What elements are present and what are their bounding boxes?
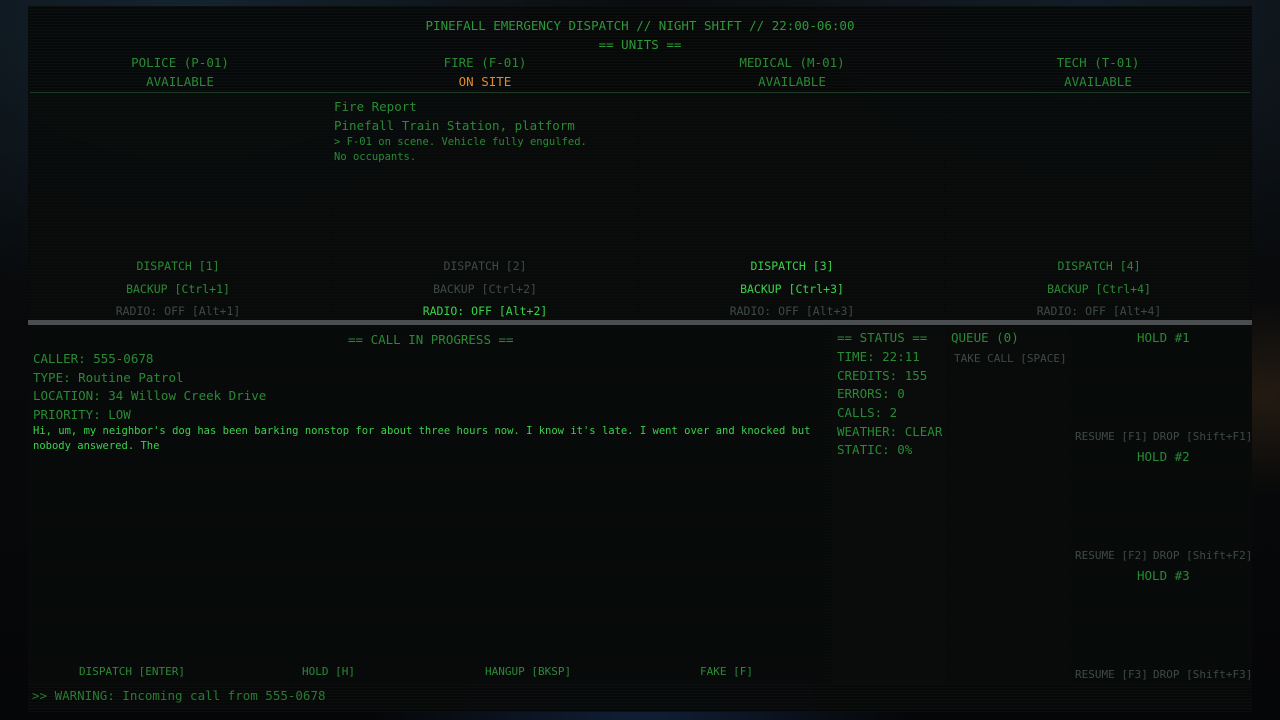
section-divider <box>28 320 1252 325</box>
hold-1-title: HOLD #1 <box>1137 330 1190 345</box>
backup-button-police[interactable]: BACKUP [Ctrl+1] <box>25 282 331 296</box>
call-hangup-button[interactable]: HANGUP [BKSP] <box>485 665 571 678</box>
status-static: STATIC: 0% <box>837 442 913 457</box>
hold-3-resume-button[interactable]: RESUME [F3] <box>1075 668 1148 681</box>
hold-1-resume-button[interactable]: RESUME [F1] <box>1075 430 1148 443</box>
fire-report-note: > F-01 on scene. Vehicle fully engulfed.… <box>334 136 587 163</box>
queue-heading: QUEUE (0) <box>951 330 1019 345</box>
hold-2-drop-button[interactable]: DROP [Shift+F2] <box>1153 549 1252 562</box>
queue-panel <box>948 326 1068 684</box>
unit-name-fire: FIRE (F-01) <box>443 55 527 70</box>
units-title: == UNITS == <box>598 37 682 52</box>
unit-name-medical: MEDICAL (M-01) <box>739 55 845 70</box>
unit-name-police: POLICE (P-01) <box>131 55 229 70</box>
call-priority: PRIORITY: LOW <box>33 407 131 422</box>
status-credits: CREDITS: 155 <box>837 368 928 383</box>
hold-3-title: HOLD #3 <box>1137 568 1190 583</box>
call-type: TYPE: Routine Patrol <box>33 370 184 385</box>
backup-button-medical[interactable]: BACKUP [Ctrl+3] <box>639 282 945 296</box>
fire-report-location: Pinefall Train Station, platform <box>334 118 575 133</box>
radio-button-fire[interactable]: RADIO: OFF [Alt+2] <box>332 304 638 318</box>
call-heading: == CALL IN PROGRESS == <box>348 332 514 347</box>
hold-3-drop-button[interactable]: DROP [Shift+F3] <box>1153 668 1252 681</box>
call-transcript: Hi, um, my neighbor's dog has been barki… <box>33 425 811 452</box>
header-title: PINEFALL EMERGENCY DISPATCH // NIGHT SHI… <box>425 18 855 33</box>
call-location: LOCATION: 34 Willow Creek Drive <box>33 388 267 403</box>
dispatch-button-medical[interactable]: DISPATCH [3] <box>639 259 945 273</box>
take-call-button[interactable]: TAKE CALL [SPACE] <box>954 352 1067 365</box>
status-calls: CALLS: 2 <box>837 405 898 420</box>
call-hold-button[interactable]: HOLD [H] <box>302 665 355 678</box>
unit-status-fire: ON SITE <box>458 74 512 89</box>
status-weather: WEATHER: CLEAR <box>837 424 943 439</box>
dispatch-button-police[interactable]: DISPATCH [1] <box>25 259 331 273</box>
backup-button-tech[interactable]: BACKUP [Ctrl+4] <box>946 282 1252 296</box>
hold-panel <box>1070 326 1252 684</box>
status-heading: == STATUS == <box>837 330 928 345</box>
dispatch-button-tech[interactable]: DISPATCH [4] <box>946 259 1252 273</box>
unit-status-medical: AVAILABLE <box>758 74 826 89</box>
status-errors: ERRORS: 0 <box>837 386 905 401</box>
radio-button-tech[interactable]: RADIO: OFF [Alt+4] <box>946 304 1252 318</box>
hold-1-drop-button[interactable]: DROP [Shift+F1] <box>1153 430 1252 443</box>
radio-button-medical[interactable]: RADIO: OFF [Alt+3] <box>639 304 945 318</box>
backup-button-fire[interactable]: BACKUP [Ctrl+2] <box>332 282 638 296</box>
warning-message: >> WARNING: Incoming call from 555-0678 <box>32 688 326 703</box>
unit-status-tech: AVAILABLE <box>1064 74 1132 89</box>
call-fake-button[interactable]: FAKE [F] <box>700 665 753 678</box>
unit-status-police: AVAILABLE <box>146 74 214 89</box>
call-caller: CALLER: 555-0678 <box>33 351 154 366</box>
radio-button-police[interactable]: RADIO: OFF [Alt+1] <box>25 304 331 318</box>
call-dispatch-button[interactable]: DISPATCH [ENTER] <box>79 665 185 678</box>
hold-2-title: HOLD #2 <box>1137 449 1190 464</box>
hold-2-resume-button[interactable]: RESUME [F2] <box>1075 549 1148 562</box>
fire-report: Fire Report Pinefall Train Station, plat… <box>334 97 594 165</box>
dispatch-button-fire[interactable]: DISPATCH [2] <box>332 259 638 273</box>
fire-report-title: Fire Report <box>334 99 417 114</box>
unit-name-tech: TECH (T-01) <box>1056 55 1140 70</box>
status-time: TIME: 22:11 <box>837 349 920 364</box>
